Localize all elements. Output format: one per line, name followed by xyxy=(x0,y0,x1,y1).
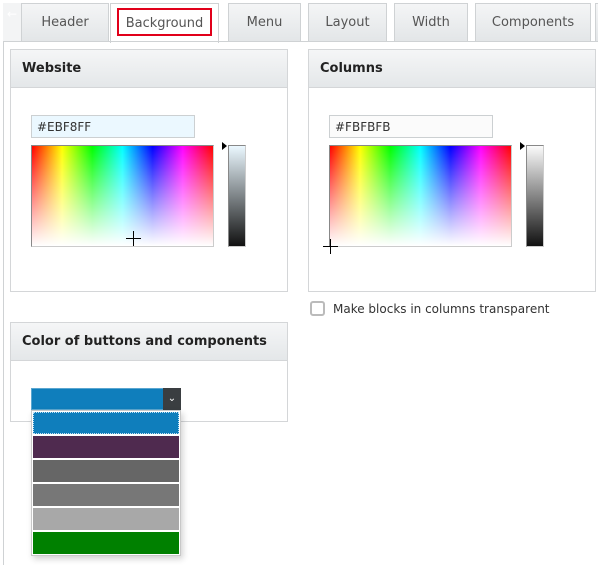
website-brightness-slider[interactable] xyxy=(228,145,246,247)
tab-bar: ← Header Background Menu Layout Width Co… xyxy=(0,0,598,44)
chevron-down-icon[interactable]: ⌄ xyxy=(163,388,181,410)
tab-label: Layout xyxy=(325,15,370,30)
tab-label: Components xyxy=(491,15,575,30)
arrow-left-icon: ← xyxy=(6,7,18,21)
content-border xyxy=(3,41,4,565)
panel-title: Columns xyxy=(309,50,595,88)
crosshair-icon[interactable] xyxy=(323,239,338,254)
tab-layout[interactable]: Layout xyxy=(308,3,387,41)
tab-background[interactable]: Background xyxy=(110,3,219,43)
tab-bar-divider xyxy=(3,41,598,42)
website-hex-input[interactable] xyxy=(31,115,195,138)
crosshair-icon[interactable] xyxy=(126,231,141,246)
color-options-dropdown xyxy=(31,410,181,556)
color-option[interactable] xyxy=(33,460,179,482)
website-color-spectrum[interactable] xyxy=(31,145,214,247)
tab-label: Width xyxy=(412,15,450,30)
tab-menu[interactable]: Menu xyxy=(228,3,301,41)
color-option[interactable] xyxy=(33,412,179,434)
tab-components[interactable]: Components xyxy=(475,3,591,41)
color-option[interactable] xyxy=(33,532,179,554)
color-option[interactable] xyxy=(33,484,179,506)
color-option[interactable] xyxy=(33,508,179,530)
checkbox-label: Make blocks in columns transparent xyxy=(333,302,550,316)
brightness-pointer-icon[interactable] xyxy=(520,142,525,150)
panel-title: Website xyxy=(11,50,287,88)
brightness-pointer-icon[interactable] xyxy=(222,142,227,150)
panel-title: Color of buttons and components xyxy=(11,323,287,361)
tab-width[interactable]: Width xyxy=(394,3,468,41)
color-option[interactable] xyxy=(33,436,179,458)
transparent-columns-checkbox[interactable] xyxy=(310,301,325,316)
columns-color-spectrum[interactable] xyxy=(329,145,512,247)
tab-label: Background xyxy=(125,16,204,31)
tab-scroll-left-button[interactable]: ← xyxy=(3,3,21,41)
buttons-color-select[interactable]: ⌄ xyxy=(31,388,181,410)
tab-label: Header xyxy=(41,15,89,30)
tab-highlight: Background xyxy=(117,8,212,36)
columns-brightness-slider[interactable] xyxy=(526,145,544,247)
tab-header[interactable]: Header xyxy=(21,3,109,41)
columns-hex-input[interactable] xyxy=(329,115,493,138)
tab-label: Menu xyxy=(246,15,283,30)
